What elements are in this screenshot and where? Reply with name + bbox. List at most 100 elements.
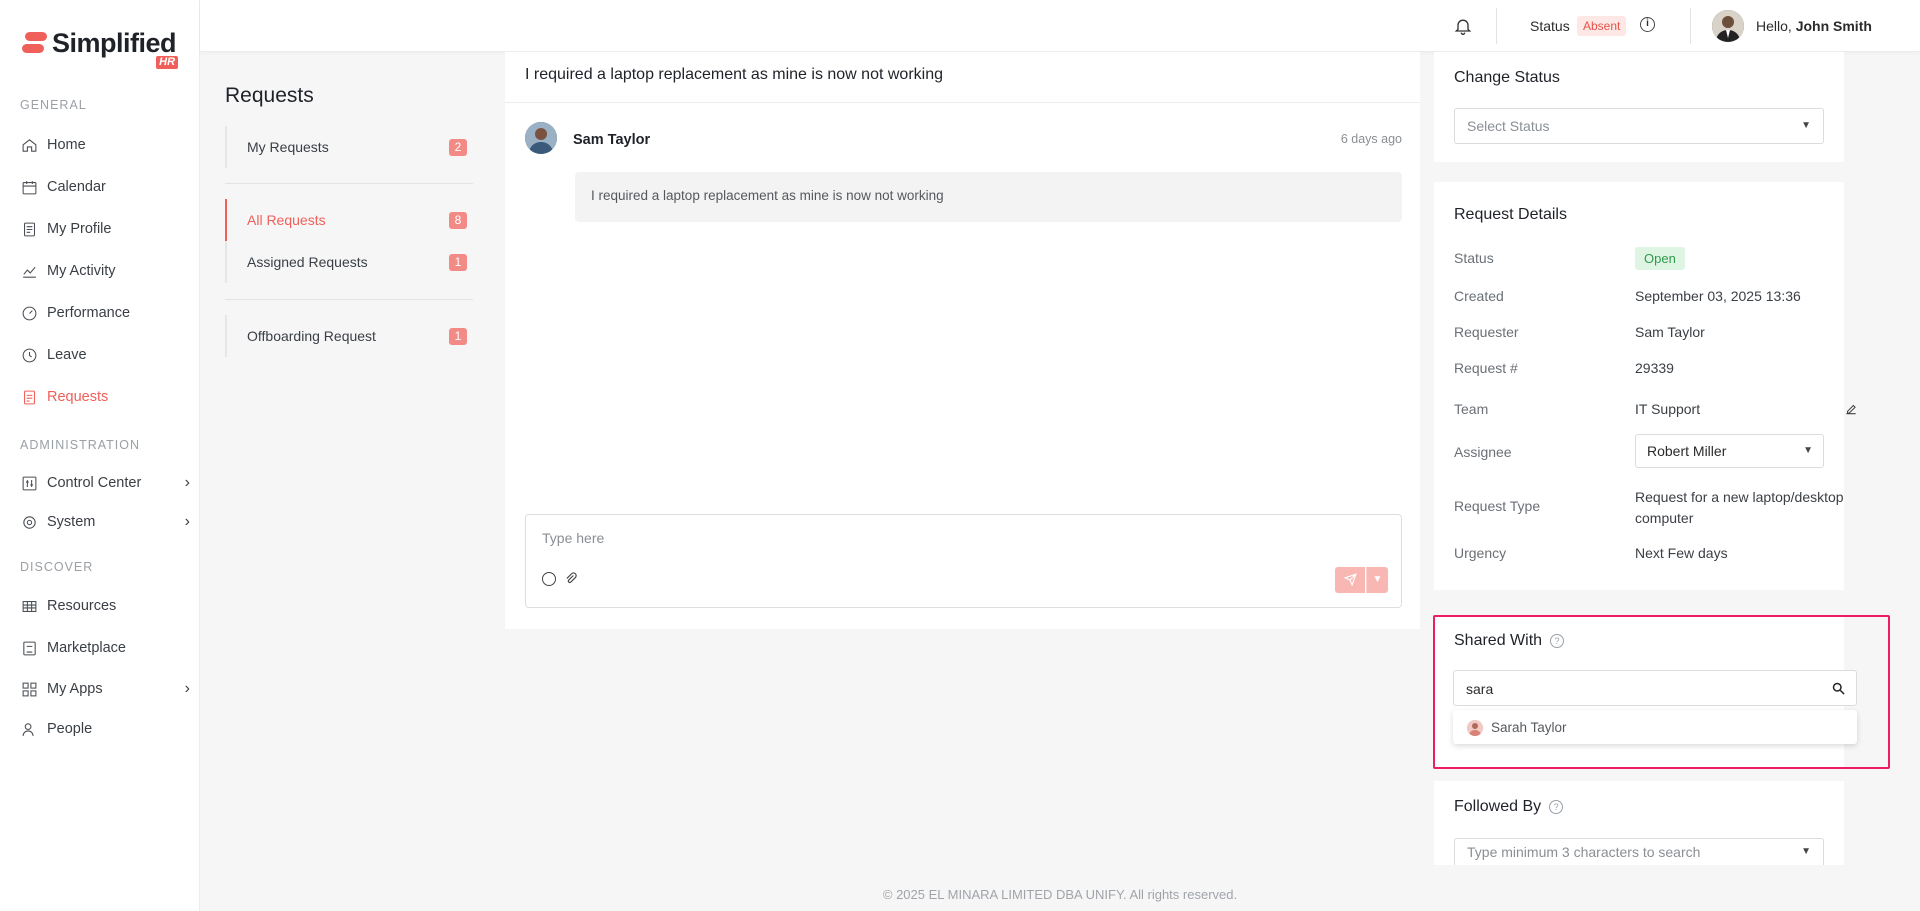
sidebar-item-marketplace[interactable]: Marketplace [20, 633, 190, 663]
chevron-down-icon: ▼ [1801, 120, 1811, 131]
followed-by-select[interactable]: Type minimum 3 characters to search ▼ [1454, 838, 1824, 865]
pencil-icon[interactable] [1844, 402, 1858, 419]
sidebar-item-people[interactable]: People [20, 714, 190, 744]
help-icon[interactable]: ? [1549, 800, 1564, 814]
sidebar-item-label: Performance [47, 305, 131, 321]
gauge-icon [20, 304, 38, 322]
select-placeholder: Type minimum 3 characters to search [1467, 844, 1701, 860]
followed-by-card: Followed By? Type minimum 3 characters t… [1434, 781, 1844, 865]
bell-icon[interactable] [1453, 16, 1473, 36]
paperclip-icon[interactable] [564, 572, 578, 589]
request-title: I required a laptop replacement as mine … [525, 66, 943, 83]
sidebar-item-system[interactable]: System › [20, 507, 190, 537]
sidebar-item-my-profile[interactable]: My Profile [20, 214, 190, 244]
home-icon [20, 136, 38, 154]
sidebar-item-my-apps[interactable]: My Apps › [20, 674, 190, 704]
sidebar-item-calendar[interactable]: Calendar [20, 172, 190, 202]
request-nav-label: Assigned Requests [247, 254, 368, 270]
avatar[interactable] [1712, 10, 1744, 42]
detail-value: 29339 [1635, 360, 1674, 376]
assignee-select[interactable]: Robert Miller ▼ [1635, 434, 1824, 468]
conversation-panel: I required a laptop replacement as mine … [505, 52, 1420, 629]
calendar-icon [20, 178, 38, 196]
detail-label: Urgency [1454, 545, 1507, 561]
chevron-down-icon: ▼ [1803, 445, 1813, 456]
request-nav-label: Offboarding Request [247, 328, 376, 344]
sidebar-item-home[interactable]: Home [20, 130, 190, 160]
message-time: 6 days ago [1340, 132, 1402, 146]
detail-label: Created [1454, 288, 1504, 304]
page-title: Requests [225, 84, 314, 107]
section-discover: DISCOVER [20, 560, 94, 574]
send-options-chevron-down-icon[interactable]: ▼ [1366, 567, 1388, 593]
count-badge: 8 [449, 212, 467, 229]
section-administration: ADMINISTRATION [20, 438, 141, 452]
detail-value: Sam Taylor [1635, 324, 1705, 340]
emoji-icon[interactable] [542, 572, 556, 586]
sidebar-item-label: Leave [47, 347, 87, 363]
count-badge: 2 [449, 139, 467, 156]
request-nav-offboarding-request[interactable]: Offboarding Request 1 [227, 315, 473, 357]
detail-value: Next Few days [1635, 545, 1728, 561]
message-input[interactable] [542, 527, 1242, 549]
request-nav-assigned-requests[interactable]: Assigned Requests 1 [227, 241, 473, 283]
select-value: Robert Miller [1647, 443, 1727, 459]
people-icon [20, 720, 38, 738]
sidebar-item-label: Resources [47, 598, 117, 614]
sidebar-item-label: My Apps [47, 681, 103, 697]
sidebar-item-label: Requests [47, 389, 109, 405]
sidebar-item-label: My Profile [47, 221, 112, 237]
gear-icon [20, 513, 38, 531]
sidebar-item-my-activity[interactable]: My Activity [20, 256, 190, 286]
sidebar-item-requests[interactable]: Requests [20, 382, 190, 412]
sidebar-item-performance[interactable]: Performance [20, 298, 190, 328]
sidebar-item-label: Calendar [47, 179, 106, 195]
requests-group-offboarding: Offboarding Request 1 [225, 315, 473, 357]
request-nav-label: My Requests [247, 139, 329, 155]
user-greeting[interactable]: Hello, John Smith [1756, 18, 1872, 34]
chevron-right-icon: › [184, 680, 190, 697]
table-icon [20, 597, 38, 615]
sidebar-item-label: People [47, 721, 93, 737]
info-icon[interactable]: i [1640, 17, 1655, 32]
card-title: Followed By? [1454, 798, 1564, 816]
brand-sub: HR [156, 56, 179, 69]
brand-name: Simplified [52, 28, 177, 58]
greeting-text: Hello, [1756, 18, 1792, 34]
count-badge: 1 [449, 254, 467, 271]
sidebar-item-label: System [47, 514, 96, 530]
divider [505, 102, 1420, 103]
message-author[interactable]: Sam Taylor [573, 132, 650, 148]
activity-icon [20, 262, 38, 280]
chevron-right-icon: › [184, 513, 190, 530]
send-button[interactable] [1335, 567, 1365, 593]
select-placeholder: Select Status [1467, 118, 1550, 134]
section-general: GENERAL [20, 98, 87, 112]
detail-label: Request # [1454, 360, 1518, 376]
sidebar-item-resources[interactable]: Resources [20, 591, 190, 621]
request-nav-all-requests[interactable]: All Requests 8 [225, 199, 473, 241]
requests-group-mine: My Requests 2 [225, 126, 473, 168]
logo-mark-icon [22, 32, 47, 56]
status-badge: Open [1635, 247, 1685, 270]
status-badge[interactable]: Absent [1577, 16, 1627, 36]
status-select[interactable]: Select Status ▼ [1454, 108, 1824, 144]
sliders-icon [20, 474, 38, 492]
divider [1496, 8, 1497, 44]
divider [225, 183, 473, 184]
brand-logo[interactable]: Simplified HR [22, 28, 179, 69]
top-bar: Status Absent i Hello, John Smith [200, 0, 1920, 52]
message-bubble: I required a laptop replacement as mine … [575, 172, 1402, 222]
sidebar-item-leave[interactable]: Leave [20, 340, 190, 370]
divider [1690, 8, 1691, 44]
detail-label: Request Type [1454, 498, 1541, 514]
sidebar-item-control-center[interactable]: Control Center › [20, 468, 190, 498]
footer-copyright: © 2025 EL MINARA LIMITED DBA UNIFY. All … [882, 887, 1238, 902]
request-nav-label: All Requests [247, 212, 326, 228]
request-nav-my-requests[interactable]: My Requests 2 [227, 126, 473, 168]
detail-value: Request for a new laptop/desktop compute… [1635, 489, 1844, 526]
count-badge: 1 [449, 328, 467, 345]
detail-label: Requester [1454, 324, 1519, 340]
divider [225, 299, 473, 300]
avatar[interactable] [525, 122, 557, 154]
